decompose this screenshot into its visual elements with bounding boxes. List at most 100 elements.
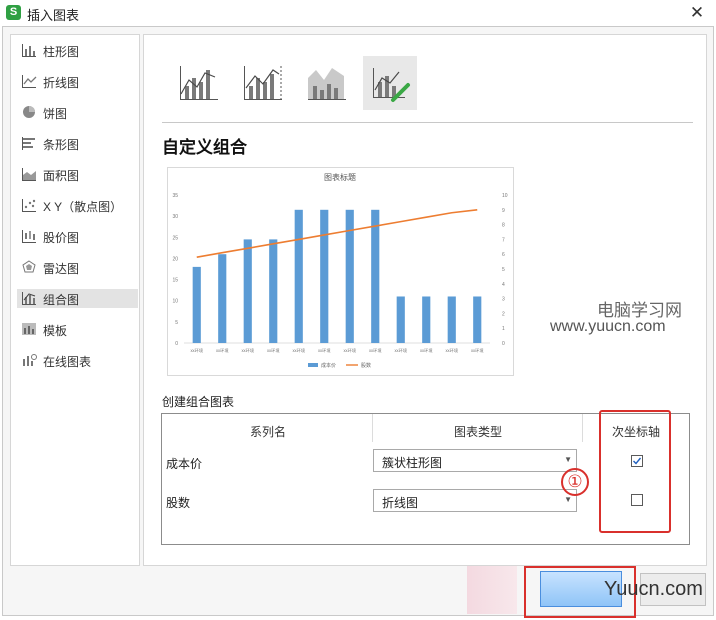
- sidebar-item-pie[interactable]: 饼图: [17, 103, 138, 122]
- line-chart-icon: [22, 75, 37, 88]
- y2-tick-label: 7: [502, 237, 505, 243]
- series-name-cost: 成本价: [166, 457, 203, 471]
- bar: [422, 296, 431, 343]
- watermark-url: www.yuucn.com: [550, 318, 666, 335]
- sidebar-item-radar[interactable]: 雷达图: [17, 258, 138, 277]
- select-value: 簇状柱形图: [382, 456, 443, 470]
- column-divider: [372, 414, 373, 442]
- custom-combo-icon: [373, 68, 410, 102]
- combo-chart-icon: [22, 292, 36, 305]
- chart-type-select-shares[interactable]: 折线图 ▼: [373, 489, 577, 512]
- bar: [371, 209, 380, 343]
- sidebar-item-online[interactable]: 在线图表: [17, 351, 138, 370]
- section-divider: [162, 122, 693, 123]
- y2-tick-label: 10: [502, 193, 508, 199]
- legend-label: 股数: [361, 362, 371, 369]
- series-name-shares: 股数: [166, 496, 191, 510]
- subtype-combo-area-column[interactable]: [299, 56, 353, 110]
- bar: [192, 266, 201, 343]
- sidebar-item-scatter[interactable]: X Y（散点图）: [17, 196, 138, 215]
- series-line: [196, 209, 478, 258]
- step-marker-1: ①: [561, 468, 589, 496]
- x-tick-label: xx环境: [445, 347, 458, 354]
- bar-chart-icon: [22, 137, 35, 150]
- bar: [243, 239, 252, 343]
- x-tick-label: xx环境: [190, 347, 203, 354]
- chart-type-select-cost[interactable]: 簇状柱形图 ▼: [373, 449, 577, 472]
- y-tick-label: 20: [172, 256, 178, 262]
- y-tick-label: 0: [175, 341, 178, 347]
- chevron-down-icon: ▼: [564, 495, 572, 504]
- bar: [396, 296, 405, 343]
- sidebar-item-label: 面积图: [43, 169, 80, 183]
- legend-swatch-bar: [308, 363, 318, 367]
- combo-section-label: 创建组合图表: [162, 395, 235, 409]
- online-chart-icon: [23, 354, 37, 366]
- y2-tick-label: 5: [502, 267, 505, 273]
- x-tick-label: xx环境: [267, 347, 280, 354]
- subtype-custom-combo[interactable]: [363, 56, 417, 110]
- bar: [320, 209, 329, 343]
- title-bar: S 插入图表 ✕: [0, 0, 716, 26]
- x-tick-label: xx环境: [216, 347, 229, 354]
- sidebar-item-label: 饼图: [43, 107, 68, 121]
- y2-tick-label: 3: [502, 297, 505, 303]
- y2-tick-label: 4: [502, 282, 505, 288]
- sidebar-item-label: 在线图表: [43, 355, 92, 369]
- y-tick-label: 25: [172, 235, 178, 241]
- sidebar-item-label: 组合图: [43, 293, 80, 307]
- sidebar-item-label: 条形图: [43, 138, 80, 152]
- y2-tick-label: 6: [502, 252, 505, 258]
- sidebar-item-combo[interactable]: 组合图: [17, 289, 138, 308]
- x-tick-label: xx环境: [369, 347, 382, 354]
- x-tick-label: xx环境: [318, 347, 331, 354]
- window-title: 插入图表: [27, 8, 80, 23]
- y2-tick-label: 9: [502, 208, 505, 214]
- sidebar-item-template[interactable]: 模板: [17, 320, 138, 339]
- pie-chart-icon: [23, 106, 35, 118]
- subtype-combo-column-line[interactable]: [171, 56, 225, 110]
- bar: [218, 254, 227, 343]
- bar: [294, 209, 303, 343]
- combo-column-line-secondary-axis-icon: [244, 66, 282, 100]
- chart-type-sidebar: 柱形图 折线图 饼图 条形图 面积图 X Y（散点图） 股价图 雷达图 组合图 …: [10, 34, 140, 566]
- section-title: 自定义组合: [162, 138, 247, 157]
- chevron-down-icon: ▼: [564, 455, 572, 464]
- sidebar-item-label: 柱形图: [43, 45, 80, 59]
- subtype-combo-secondary-axis[interactable]: [235, 56, 289, 110]
- x-tick-label: xx环境: [420, 347, 433, 354]
- header-chart-type: 图表类型: [454, 425, 503, 439]
- y-tick-label: 35: [172, 193, 178, 199]
- sidebar-item-label: X Y（散点图）: [43, 200, 123, 214]
- radar-chart-icon: [22, 260, 36, 273]
- watermark-corner: Yuucn.com: [604, 578, 703, 600]
- combo-area-column-icon: [308, 68, 346, 100]
- sidebar-item-column[interactable]: 柱形图: [17, 41, 138, 60]
- close-button[interactable]: ✕: [688, 4, 706, 22]
- y-tick-label: 30: [172, 214, 178, 220]
- y-tick-label: 10: [172, 299, 178, 305]
- y2-tick-label: 1: [502, 326, 505, 332]
- y2-tick-label: 8: [502, 223, 505, 229]
- x-tick-label: xx环境: [241, 347, 254, 354]
- x-tick-label: xx环境: [471, 347, 484, 354]
- x-tick-label: xx环境: [292, 347, 305, 354]
- y2-tick-label: 2: [502, 311, 505, 317]
- sidebar-item-bar[interactable]: 条形图: [17, 134, 138, 153]
- bar: [447, 296, 456, 343]
- blurred-area: [467, 566, 517, 614]
- sidebar-item-label: 折线图: [43, 76, 80, 90]
- combo-column-line-icon: [180, 66, 218, 100]
- stock-chart-icon: [22, 230, 36, 243]
- sidebar-item-stock[interactable]: 股价图: [17, 227, 138, 246]
- chart-preview: 图表标题 35 30 25 20 15 10 5 0 10 9 8 7 6 5 4 3 2 1 0 xx环境 xx环境 xx…: [167, 167, 514, 376]
- sidebar-item-label: 股价图: [43, 231, 80, 245]
- sidebar-item-area[interactable]: 面积图: [17, 165, 138, 184]
- scatter-chart-icon: [22, 199, 36, 212]
- sidebar-item-line[interactable]: 折线图: [17, 72, 138, 91]
- chart-title: 图表标题: [324, 172, 356, 182]
- highlight-box-secondary-axis: [599, 410, 671, 533]
- legend-label: 成本价: [321, 362, 336, 369]
- header-series-name: 系列名: [250, 425, 287, 439]
- sidebar-item-label: 模板: [43, 324, 68, 338]
